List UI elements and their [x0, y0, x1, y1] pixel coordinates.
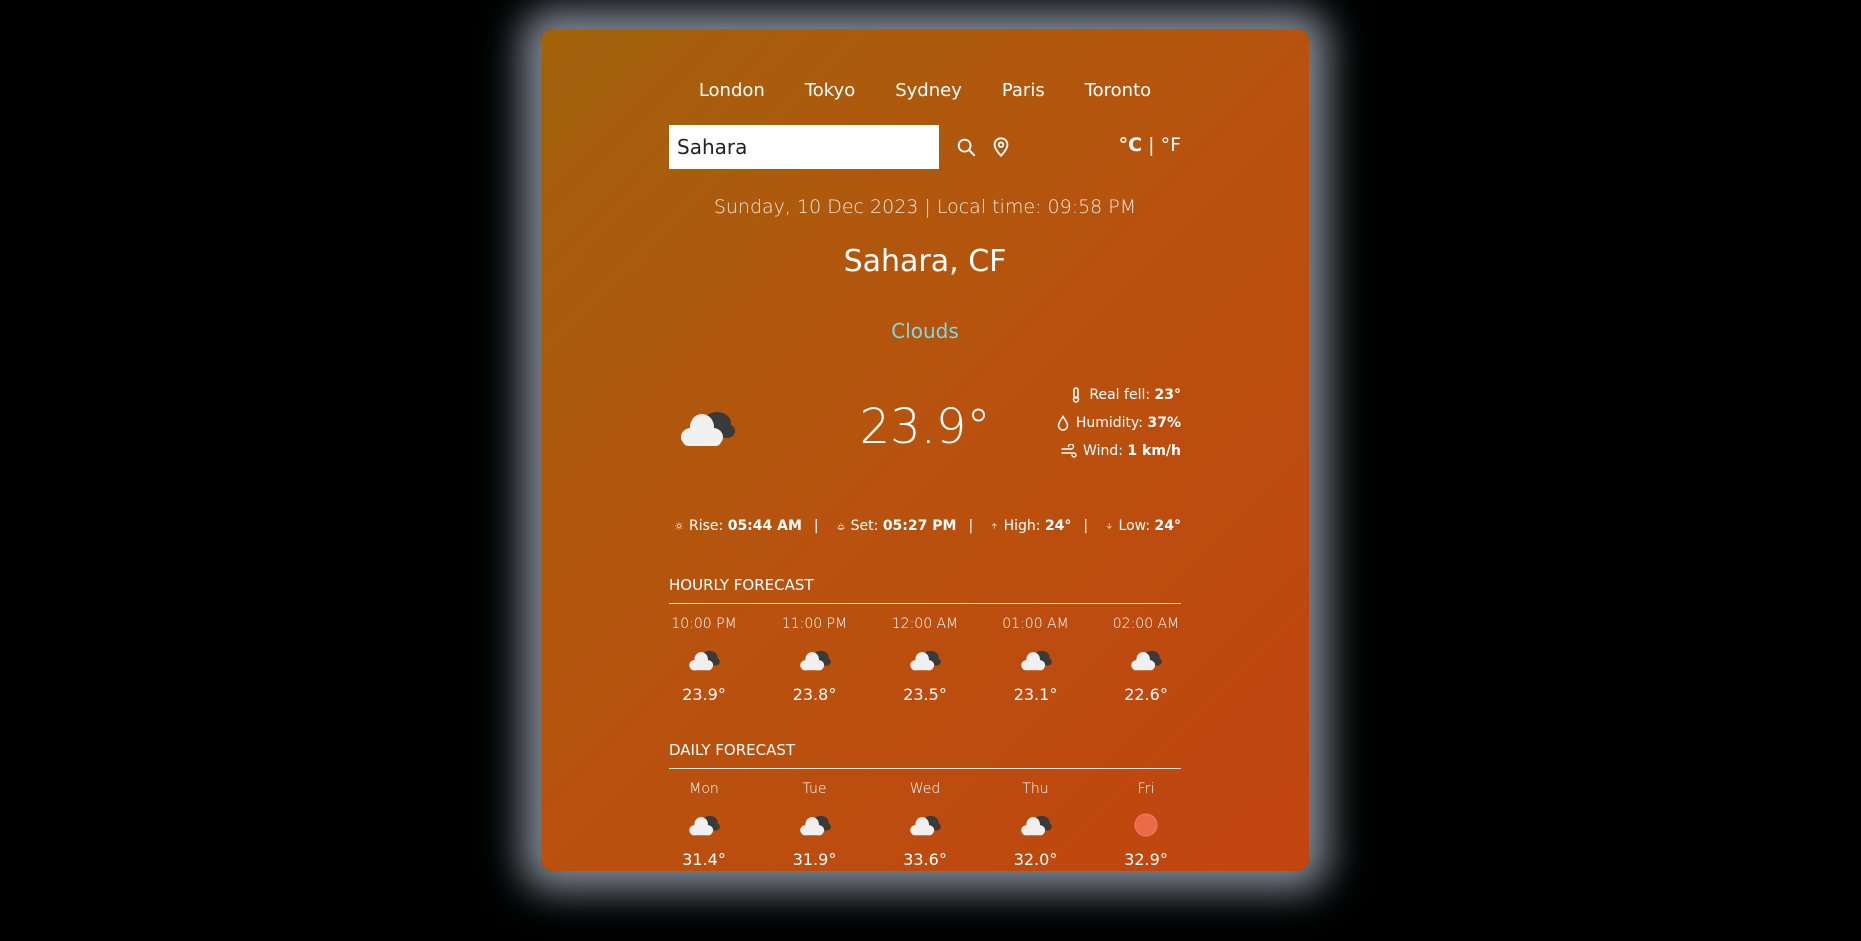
location-pin-icon[interactable]	[990, 136, 1012, 158]
forecast-item: 12:00 AM 23.5°	[890, 613, 960, 707]
fahrenheit-button[interactable]: °F	[1161, 134, 1181, 156]
clouds-icon	[687, 810, 721, 840]
forecast-temp: 32.9°	[1124, 850, 1168, 869]
sun-icon	[1133, 810, 1159, 840]
city-link-tokyo[interactable]: Tokyo	[805, 76, 855, 106]
daily-forecast: Mon 31.4° Tue 31.9° Wed 33.6° Thu 32.0° …	[669, 778, 1181, 872]
clouds-icon	[798, 645, 832, 675]
weather-card: London Tokyo Sydney Paris Toronto °C | °…	[541, 29, 1309, 871]
forecast-temp: 22.6°	[1124, 685, 1168, 704]
sunrise-value: 05:44 AM	[727, 518, 802, 534]
forecast-temp: 23.8°	[792, 685, 837, 704]
wind-label: Wind:	[1083, 443, 1123, 459]
sunrise-icon	[675, 522, 683, 530]
forecast-item: Tue 31.9°	[780, 778, 850, 872]
forecast-item: Thu 32.0°	[1001, 778, 1071, 872]
hourly-forecast-title: HOURLY FORECAST	[669, 573, 1181, 604]
divider: |	[1083, 518, 1089, 534]
forecast-day: Mon	[689, 781, 719, 797]
forecast-day: Wed	[909, 781, 941, 797]
search-row: °C | °F	[669, 125, 1181, 169]
date-time: Sunday, 10 Dec 2023 | Local time: 09:58 …	[713, 196, 1137, 218]
real-feel-label: Real fell:	[1089, 387, 1151, 403]
forecast-time: 01:00 AM	[1002, 616, 1069, 632]
unit-toggle: °C | °F	[1119, 134, 1181, 156]
clouds-icon	[798, 810, 832, 840]
forecast-day: Thu	[1022, 781, 1049, 797]
clouds-icon	[1129, 645, 1163, 675]
high-value: 24°	[1044, 518, 1072, 534]
clouds-icon	[908, 645, 942, 675]
forecast-time: 12:00 AM	[891, 616, 959, 632]
city-link-sydney[interactable]: Sydney	[895, 76, 962, 106]
forecast-temp: 23.5°	[903, 685, 947, 704]
humidity-label: Humidity:	[1075, 415, 1144, 431]
city-shortcuts: London Tokyo Sydney Paris Toronto	[541, 76, 1309, 106]
city-link-paris[interactable]: Paris	[1002, 76, 1045, 106]
forecast-day: Fri	[1137, 781, 1155, 797]
sunset-label: Set:	[850, 518, 879, 534]
forecast-temp: 31.4°	[682, 850, 726, 869]
forecast-temp: 23.9°	[682, 685, 726, 704]
arrow-down-icon	[1107, 523, 1112, 529]
city-link-london[interactable]: London	[699, 76, 765, 106]
forecast-temp: 23.1°	[1013, 685, 1058, 704]
sunset-icon	[837, 522, 845, 530]
forecast-item: 01:00 AM 23.1°	[1001, 613, 1071, 707]
clouds-icon	[1019, 810, 1053, 840]
real-feel-value: 23°	[1154, 387, 1181, 403]
weather-details: Real fell: 23° Humidity: 37% Wind: 1 km/…	[1041, 381, 1181, 465]
weather-condition: Clouds	[891, 319, 959, 343]
forecast-day: Tue	[802, 781, 827, 797]
forecast-item: 10:00 PM 23.9°	[669, 613, 739, 707]
divider: |	[968, 518, 974, 534]
unit-separator: |	[1148, 134, 1155, 156]
forecast-time: 10:00 PM	[671, 616, 737, 632]
sunset-value: 05:27 PM	[882, 518, 957, 534]
forecast-temp: 31.9°	[792, 850, 837, 869]
celsius-button[interactable]: °C	[1119, 134, 1142, 156]
clouds-icon	[687, 645, 721, 675]
forecast-item: Fri 32.9°	[1111, 778, 1181, 872]
forecast-temp: 32.0°	[1013, 850, 1058, 869]
forecast-temp: 33.6°	[903, 850, 947, 869]
forecast-item: 11:00 PM 23.8°	[780, 613, 850, 707]
forecast-item: 02:00 AM 22.6°	[1111, 613, 1181, 707]
wind-row: Wind: 1 km/h	[1041, 437, 1181, 465]
humidity-value: 37%	[1147, 415, 1181, 431]
forecast-time: 02:00 AM	[1112, 616, 1180, 632]
search-input[interactable]	[669, 125, 939, 169]
arrow-up-icon	[992, 523, 997, 529]
droplet-icon	[1057, 415, 1069, 431]
real-feel-row: Real fell: 23°	[1041, 381, 1181, 409]
location-title: Sahara, CF	[843, 244, 1007, 279]
search-icon[interactable]	[955, 136, 977, 158]
low-label: Low:	[1118, 518, 1151, 534]
divider: |	[813, 518, 819, 534]
clouds-icon	[1019, 645, 1053, 675]
current-weather: 23.9° Real fell: 23° Humidity: 37% Wind:…	[669, 381, 1181, 481]
wind-value: 1 km/h	[1127, 443, 1181, 459]
thermometer-icon	[1073, 387, 1080, 403]
high-label: High:	[1003, 518, 1041, 534]
clouds-icon	[908, 810, 942, 840]
sunrise-label: Rise:	[689, 518, 724, 534]
sun-info-row: Rise: 05:44 AM | Set: 05:27 PM | High: 2…	[669, 513, 1181, 539]
city-link-toronto[interactable]: Toronto	[1085, 76, 1151, 106]
wind-icon	[1061, 444, 1077, 458]
low-value: 24°	[1154, 518, 1182, 534]
forecast-item: Wed 33.6°	[890, 778, 960, 872]
forecast-time: 11:00 PM	[781, 616, 848, 632]
daily-forecast-title: DAILY FORECAST	[669, 738, 1181, 769]
hourly-forecast: 10:00 PM 23.9° 11:00 PM 23.8° 12:00 AM 2…	[669, 613, 1181, 707]
humidity-row: Humidity: 37%	[1041, 409, 1181, 437]
forecast-item: Mon 31.4°	[669, 778, 739, 872]
